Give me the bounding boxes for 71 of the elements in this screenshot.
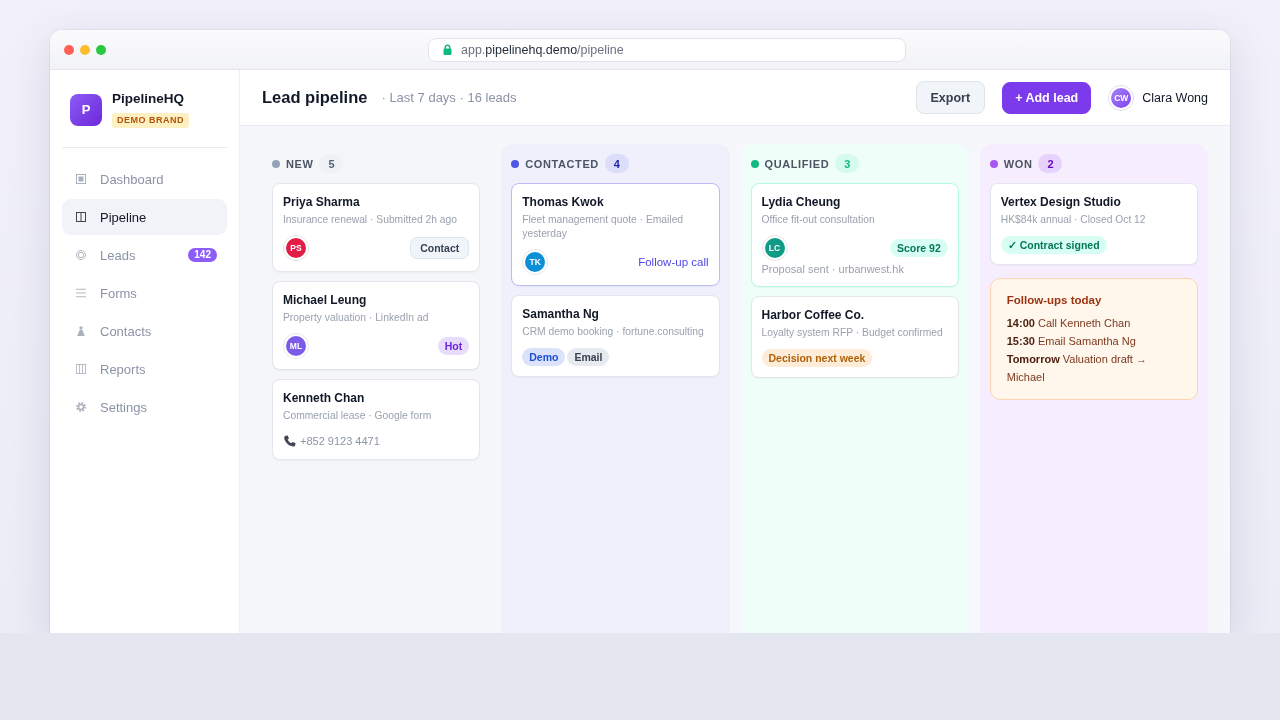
square-icon xyxy=(76,174,86,184)
lead-details: Insurance renewal · Submitted 2h ago xyxy=(283,213,458,227)
lead-card[interactable]: Kenneth Chan Commercial lease · Google form +852 9123 4471 xyxy=(272,379,481,460)
page-subtitle: · Last 7 days · 16 leads xyxy=(381,90,517,105)
zoom-button[interactable] xyxy=(96,44,106,55)
brand-name: PipelineHQ xyxy=(112,91,184,107)
lock-icon xyxy=(443,44,452,55)
lead-details: Property valuation · LinkedIn ad xyxy=(283,311,430,325)
lead-name: Lydia Cheung xyxy=(761,194,842,210)
columns-icon xyxy=(76,212,86,222)
export-button[interactable]: Export xyxy=(915,81,986,114)
action-button[interactable]: Contact xyxy=(410,237,470,259)
lead-name: Vertex Design Studio xyxy=(1000,194,1122,210)
column-title: CONTACTED xyxy=(525,157,599,170)
lead-tag: Hot xyxy=(437,337,470,355)
phone-icon xyxy=(283,434,296,448)
count-badge: 3 xyxy=(835,154,860,173)
lead-card[interactable]: Priya Sharma Insurance renewal · Submitted 2h ago PS Contact xyxy=(272,183,481,272)
ring-icon xyxy=(76,250,86,260)
phone-number: +852 9123 4471 xyxy=(300,435,380,447)
column-title: QUALIFIED xyxy=(764,157,830,170)
url-text: app.pipelinehq.demo/pipeline xyxy=(461,42,624,57)
app-logo: P xyxy=(70,93,102,126)
lead-card[interactable]: Vertex Design Studio HK$84k annual · Closed Oct 12 ✓ Contract signed xyxy=(989,183,1198,265)
bars-icon xyxy=(76,364,86,374)
brand-badge: DEMO BRAND xyxy=(112,113,189,128)
close-button[interactable] xyxy=(64,44,74,55)
card-title: Follow-ups today xyxy=(1006,293,1103,308)
action-link[interactable]: Follow-up call xyxy=(638,256,709,268)
lead-tag: Email xyxy=(567,348,610,366)
lead-name: Michael Leung xyxy=(283,292,368,308)
lead-tag: Score 92 xyxy=(889,239,948,257)
add-lead-button[interactable]: + Add lead xyxy=(1002,81,1092,114)
settings-icon xyxy=(76,402,86,412)
nav-item[interactable]: Leads 142 xyxy=(62,237,227,273)
lead-card[interactable]: Thomas Kwok Fleet management quote · Emailed yesterday TK Follow-up call xyxy=(511,183,720,286)
column-title: WON xyxy=(1003,157,1033,170)
lead-details: Commercial lease · Google form xyxy=(283,409,433,423)
lead-details: CRM demo booking · fortune.consulting xyxy=(522,325,705,339)
minimize-button[interactable] xyxy=(80,44,90,55)
follow-up-item: 15:30 Email Samantha Ng xyxy=(1006,334,1137,349)
count-badge: 2 xyxy=(1038,154,1063,173)
pawn-icon xyxy=(76,326,86,336)
lead-details: Fleet management quote · Emailed yesterday xyxy=(522,213,685,241)
nav-item[interactable]: Pipeline xyxy=(62,199,227,235)
lead-card[interactable]: Samantha Ng CRM demo booking · fortune.consulting Demo Email xyxy=(511,295,720,377)
column-title: NEW xyxy=(286,157,314,170)
lead-name: Thomas Kwok xyxy=(522,194,605,210)
count-badge: 4 xyxy=(604,154,629,173)
lead-details: HK$84k annual · Closed Oct 12 xyxy=(1000,213,1147,227)
follow-up-item: Tomorrow Valuation draft → Michael xyxy=(1006,352,1148,385)
count-badge: 142 xyxy=(188,248,217,262)
lines-icon xyxy=(76,288,86,298)
lead-card[interactable]: Harbor Coffee Co. Loyalty system RFP · Budget confirmed Decision next week xyxy=(750,296,959,378)
lead-details: Loyalty system RFP · Budget confirmed xyxy=(761,326,944,340)
user-name: Clara Wong xyxy=(1142,90,1208,105)
page-title: Lead pipeline xyxy=(262,88,368,107)
lead-name: Samantha Ng xyxy=(522,306,600,322)
count-badge: 5 xyxy=(319,154,344,173)
lead-card[interactable]: Lydia Cheung Office fit-out consultation LC Score 92 Proposal sent · urbanwest.hk xyxy=(750,183,959,287)
address-bar[interactable]: app.pipelinehq.demo/pipeline xyxy=(428,37,906,62)
lead-note: Proposal sent · urbanwest.hk xyxy=(761,262,905,276)
lead-name: Harbor Coffee Co. xyxy=(761,307,866,323)
lead-details: Office fit-out consultation xyxy=(761,213,876,227)
lead-tag: Demo xyxy=(522,348,566,366)
follow-up-item: 14:00 Call Kenneth Chan xyxy=(1006,316,1132,331)
lead-tag: Decision next week xyxy=(761,349,873,367)
lead-tag: ✓ Contract signed xyxy=(1000,236,1107,254)
lead-name: Priya Sharma xyxy=(283,194,361,210)
lead-card[interactable]: Michael Leung Property valuation · LinkedIn ad ML Hot xyxy=(272,281,481,370)
lead-name: Kenneth Chan xyxy=(283,390,366,406)
